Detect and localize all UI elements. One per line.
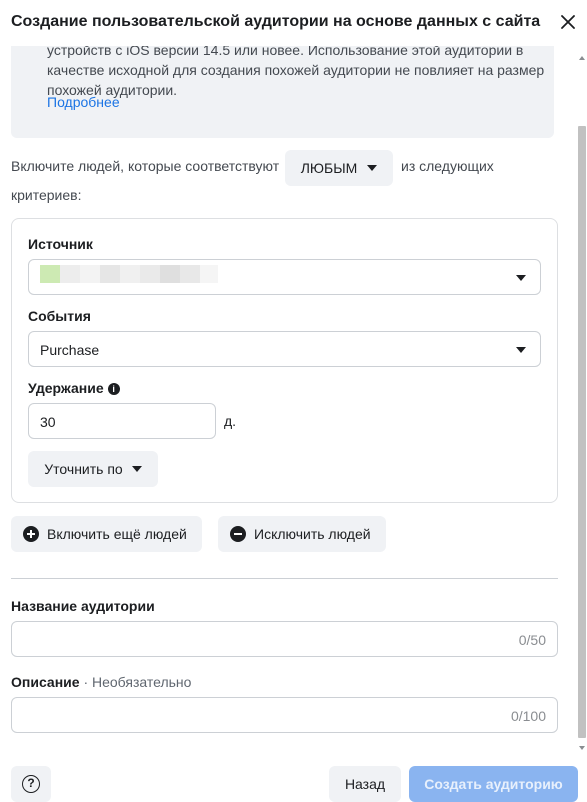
info-notice-text: устройств с iOS версии 14.5 или новее. И…: [47, 46, 545, 98]
caret-down-icon: [516, 347, 526, 353]
caret-down-icon: [131, 466, 142, 472]
events-select[interactable]: Purchase: [28, 331, 541, 367]
scrollbar-thumb[interactable]: [578, 126, 586, 738]
criteria-prefix: Включите людей, которые соответствуют: [11, 158, 280, 174]
dialog-footer: ? Назад Создать аудиторию: [0, 754, 587, 802]
description-label-row: Описание · Необязательно: [11, 674, 191, 690]
optional-tag: · Необязательно: [83, 674, 192, 690]
caret-down-icon: [367, 165, 378, 171]
retention-label: Удержание: [28, 380, 104, 396]
dialog-body: устройств с iOS версии 14.5 или новее. И…: [0, 46, 575, 754]
plus-circle-icon: [23, 526, 39, 542]
include-more-people-button[interactable]: Включить ещё людей: [11, 516, 202, 552]
description-label: Описание: [11, 674, 80, 690]
section-divider: [11, 578, 558, 579]
help-icon: ?: [22, 775, 40, 793]
redacted-source-value: [40, 265, 218, 283]
info-notice: устройств с iOS версии 14.5 или новее. И…: [11, 46, 554, 138]
source-select[interactable]: [28, 259, 541, 295]
close-button[interactable]: [557, 11, 579, 33]
scrollbar[interactable]: [577, 46, 587, 754]
match-type-dropdown[interactable]: ЛЮБЫМ: [285, 150, 393, 186]
scroll-down-icon[interactable]: [579, 746, 585, 750]
back-button[interactable]: Назад: [329, 766, 401, 802]
create-audience-button[interactable]: Создать аудиторию: [409, 766, 578, 802]
audience-name-input[interactable]: 0/50: [11, 621, 558, 657]
refine-by-label: Уточнить по: [44, 461, 123, 477]
info-icon[interactable]: i: [107, 383, 120, 395]
include-more-label: Включить ещё людей: [47, 526, 187, 542]
criteria-suffix-line2: критериев:: [11, 187, 82, 203]
events-label: События: [28, 308, 91, 324]
audience-name-counter: 0/50: [518, 632, 546, 648]
help-button[interactable]: ?: [11, 766, 51, 802]
match-type-value: ЛЮБЫМ: [300, 160, 358, 176]
minus-circle-icon: [230, 526, 246, 542]
refine-by-button[interactable]: Уточнить по: [28, 451, 158, 487]
dialog-header: Создание пользовательской аудитории на о…: [0, 0, 587, 46]
retention-days-input[interactable]: 30: [28, 403, 216, 439]
caret-down-icon: [516, 275, 526, 281]
criteria-suffix: из следующих: [401, 158, 494, 174]
retention-value: 30: [40, 414, 56, 430]
events-value: Purchase: [40, 342, 100, 358]
scroll-up-icon[interactable]: [579, 56, 585, 60]
learn-more-link[interactable]: Подробнее: [47, 94, 120, 110]
description-counter: 0/100: [510, 708, 546, 724]
exclude-label: Исключить людей: [254, 526, 371, 542]
audience-name-label: Название аудитории: [11, 598, 155, 614]
retention-label-row: Удержание i: [28, 380, 120, 396]
exclude-people-button[interactable]: Исключить людей: [218, 516, 386, 552]
inclusion-rule-card: Источник События Purchase Удержание i 30…: [11, 218, 558, 503]
description-input[interactable]: 0/100: [11, 697, 558, 733]
close-icon: [561, 15, 575, 29]
retention-unit: д.: [224, 413, 237, 429]
source-label: Источник: [28, 236, 93, 252]
dialog-title: Создание пользовательской аудитории на о…: [11, 13, 541, 30]
